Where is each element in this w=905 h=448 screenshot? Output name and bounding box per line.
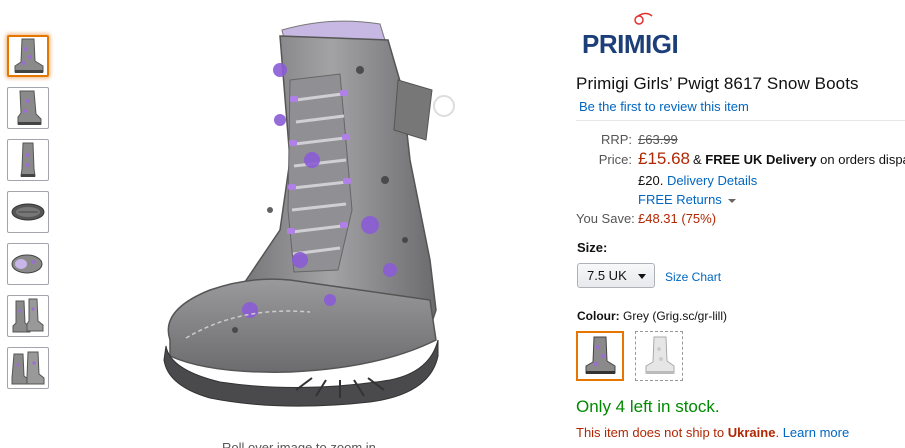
delivery-row: £20. Delivery Details (638, 173, 757, 188)
boot-pair-thumbnail-icon (12, 298, 44, 333)
shipping-suffix: . (775, 425, 780, 440)
size-dropdown[interactable]: 7.5 UK (577, 263, 655, 288)
learn-more-link[interactable]: Learn more (783, 425, 849, 440)
size-chart-link[interactable]: Size Chart (665, 270, 721, 284)
boot-sole-thumbnail-icon (11, 203, 45, 221)
stock-status: Only 4 left in stock. (576, 397, 720, 416)
chevron-down-icon[interactable] (727, 198, 736, 203)
colour-value: Grey (Grig.sc/gr-lill) (623, 309, 727, 323)
divider (576, 120, 905, 121)
shipping-country: Ukraine (727, 425, 776, 440)
delivery-threshold: £20. (638, 173, 664, 188)
boot-top-thumbnail-icon (11, 254, 43, 274)
price-row: Price: £15.68 & FREE UK Delivery on orders… (576, 149, 905, 169)
free-returns-link[interactable]: FREE Returns (638, 192, 722, 207)
colour-row: Colour: Grey (Grig.sc/gr-lill) (577, 309, 727, 323)
main-product-image[interactable] (130, 10, 460, 430)
write-review-link[interactable]: Be the first to review this item (579, 99, 749, 114)
colour-swatch-alternate[interactable] (635, 331, 683, 381)
boot-pair-alt-thumbnail-icon (11, 351, 45, 385)
svg-text:PRIMIGI: PRIMIGI (582, 29, 678, 59)
savings-label: You Save: (576, 211, 635, 226)
brand-logo[interactable]: PRIMIGI (580, 12, 690, 60)
boot-swatch-alt-icon (645, 336, 675, 374)
thumbnail-1[interactable] (7, 35, 49, 77)
boot-thumbnail-icon (14, 38, 44, 73)
delivery-details-link[interactable]: Delivery Details (667, 173, 757, 188)
thumbnail-2[interactable] (7, 87, 49, 129)
rrp-value: £63.99 (638, 132, 678, 147)
thumbnail-5[interactable] (7, 243, 49, 285)
thumbnail-4[interactable] (7, 191, 49, 233)
colour-label: Colour: (577, 309, 620, 323)
boot-swatch-icon (585, 336, 616, 374)
thumbnail-3[interactable] (7, 139, 49, 181)
primigi-logo-icon: PRIMIGI (582, 12, 679, 59)
delivery-tail-text: on orders dispa (816, 152, 905, 167)
zoom-hint: Roll over image to zoom in (222, 440, 376, 448)
savings-value: £48.31 (75%) (638, 211, 717, 226)
free-delivery-text: FREE UK Delivery (705, 152, 817, 167)
price-label: Price: (598, 152, 632, 167)
thumbnail-6[interactable] (7, 295, 49, 337)
returns-row[interactable]: FREE Returns (638, 192, 736, 207)
size-label: Size: (577, 240, 608, 255)
rrp-label: RRP: (600, 132, 632, 147)
savings-row: You Save: £48.31 (75%) (576, 211, 716, 226)
price-value: £15.68 (638, 149, 690, 168)
boot-back-thumbnail-icon (17, 90, 42, 125)
boot-front-thumbnail-icon (20, 142, 36, 177)
thumbnail-7[interactable] (7, 347, 49, 389)
shipping-notice: This item does not ship to Ukraine. Lear… (576, 425, 849, 440)
rrp-row: RRP: £63.99 (576, 132, 678, 147)
size-selected-value: 7.5 UK (587, 268, 627, 283)
shipping-prefix: This item does not ship to (576, 425, 728, 440)
snow-boot-image (163, 20, 455, 407)
price-amp: & (693, 152, 702, 167)
dropdown-arrow-icon[interactable] (638, 274, 646, 279)
product-title: Primigi Girls’ Pwigt 8617 Snow Boots (576, 74, 859, 93)
thumbnail-strip (7, 35, 51, 399)
colour-swatch-grey[interactable] (576, 331, 624, 381)
